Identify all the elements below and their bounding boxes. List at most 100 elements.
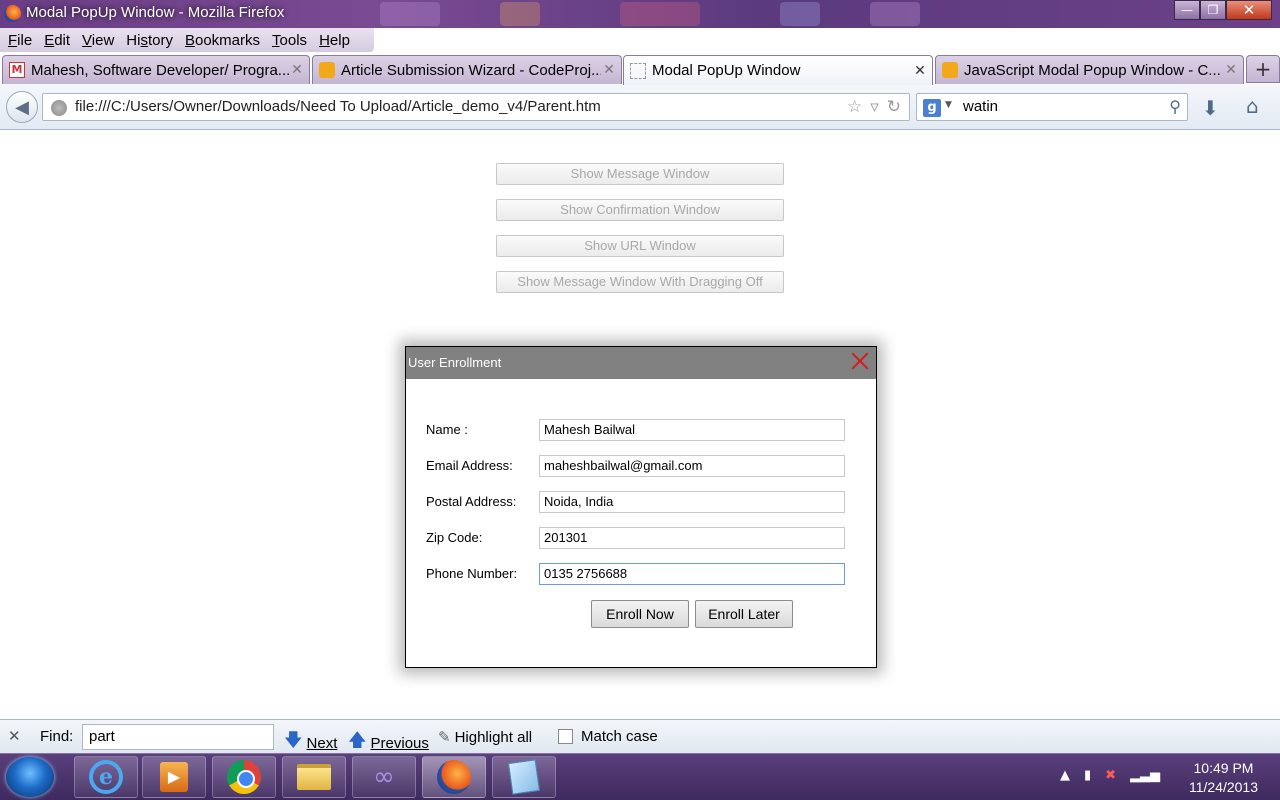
show-url-window-button[interactable]: Show URL Window xyxy=(496,235,784,257)
highlight-all-label: Highlight all xyxy=(454,728,533,746)
show-message-window-button[interactable]: Show Message Window xyxy=(496,163,784,185)
modal-header[interactable]: User Enrollment xyxy=(406,347,876,379)
globe-icon xyxy=(51,100,67,116)
zip-code-field[interactable]: 201301 xyxy=(539,527,845,549)
email-label: Email Address: xyxy=(426,458,513,473)
user-enrollment-modal: User Enrollment Name : Mahesh Bailwal Em… xyxy=(405,346,877,668)
tab-article-wizard[interactable]: Article Submission Wizard - CodeProj... … xyxy=(312,55,622,84)
window-titlebar[interactable]: Modal PopUp Window - Mozilla Firefox — ❐… xyxy=(0,0,1280,28)
menu-view[interactable]: View xyxy=(76,32,120,49)
media-player-icon: ▶ xyxy=(160,762,188,792)
back-button[interactable]: ◀ xyxy=(6,91,38,123)
postal-address-field[interactable]: Noida, India xyxy=(539,491,845,513)
clock-time: 10:49 PM xyxy=(1193,760,1254,776)
dropdown-arrow-icon[interactable]: ▿ xyxy=(870,97,879,117)
find-label: Find: xyxy=(40,728,74,745)
taskbar-visual-studio[interactable]: ∞ xyxy=(352,756,416,798)
match-case-checkbox[interactable] xyxy=(558,729,573,744)
enroll-later-button[interactable]: Enroll Later xyxy=(695,600,793,628)
restore-button[interactable]: ❐ xyxy=(1200,0,1226,20)
home-icon[interactable]: ⌂ xyxy=(1246,94,1259,118)
tab-gmail[interactable]: M Mahesh, Software Developer/ Progra... … xyxy=(2,55,310,84)
menu-bookmarks[interactable]: Bookmarks xyxy=(179,32,266,49)
phone-number-field[interactable]: 0135 2756688 xyxy=(539,563,845,585)
chrome-icon xyxy=(227,760,261,794)
search-engine-dropdown-icon[interactable]: ▼ xyxy=(945,100,952,110)
find-bar: ✕ Find: part 🡇 Next 🡅 Previous ✎ Highlig… xyxy=(0,719,1280,753)
show-confirmation-window-button[interactable]: Show Confirmation Window xyxy=(496,199,784,221)
url-text: file:///C:/Users/Owner/Downloads/Need To… xyxy=(75,98,601,115)
gmail-icon: M xyxy=(9,62,25,78)
navigation-bar: ◀ file:///C:/Users/Owner/Downloads/Need … xyxy=(0,84,1280,130)
internet-explorer-icon: e xyxy=(89,760,123,794)
postal-address-row: Postal Address: Noida, India xyxy=(426,491,856,513)
system-tray: ▲ ▮ ✖ ▂▃▅ xyxy=(1060,768,1160,783)
tab-close-icon[interactable]: ✕ xyxy=(912,63,928,79)
window-title: Modal PopUp Window - Mozilla Firefox xyxy=(26,4,285,21)
find-input[interactable]: part xyxy=(82,724,274,750)
url-bar[interactable]: file:///C:/Users/Owner/Downloads/Need To… xyxy=(42,93,910,121)
show-hidden-icons-icon[interactable]: ▲ xyxy=(1060,768,1070,783)
match-case-option[interactable]: Match case xyxy=(581,728,658,745)
tab-close-icon[interactable]: ✕ xyxy=(1223,62,1239,78)
codeproject-icon xyxy=(942,62,958,78)
menu-tools[interactable]: Tools xyxy=(266,32,313,49)
blank-page-icon xyxy=(630,62,646,79)
firefox-icon xyxy=(4,5,21,22)
google-icon[interactable]: g xyxy=(923,99,941,117)
tab-close-icon[interactable]: ✕ xyxy=(289,62,305,78)
menu-edit[interactable]: Edit xyxy=(38,32,76,49)
taskbar-notepad[interactable] xyxy=(492,756,556,798)
taskbar-chrome[interactable] xyxy=(212,756,276,798)
name-field[interactable]: Mahesh Bailwal xyxy=(539,419,845,441)
close-icon[interactable]: ✕ xyxy=(8,727,21,745)
taskbar-internet-explorer[interactable]: e xyxy=(74,756,138,798)
power-icon[interactable]: ▮ xyxy=(1084,768,1091,783)
folder-icon xyxy=(297,764,331,790)
phone-number-label: Phone Number: xyxy=(426,566,518,581)
network-disconnected-icon[interactable]: ✖ xyxy=(1105,768,1116,783)
name-label: Name : xyxy=(426,422,468,437)
close-window-button[interactable]: ✕ xyxy=(1226,0,1272,20)
highlight-all-button[interactable]: ✎ Highlight all xyxy=(438,728,533,747)
email-row: Email Address: maheshbailwal@gmail.com xyxy=(426,455,856,477)
tab-strip: M Mahesh, Software Developer/ Progra... … xyxy=(0,53,1280,85)
clock[interactable]: 10:49 PM 11/24/2013 xyxy=(1189,759,1258,797)
reload-icon[interactable]: ↻ xyxy=(887,97,901,117)
show-message-window-dragging-off-button[interactable]: Show Message Window With Dragging Off xyxy=(496,271,784,293)
signal-bars-icon[interactable]: ▂▃▅ xyxy=(1130,768,1160,783)
tab-close-icon[interactable]: ✕ xyxy=(601,62,617,78)
tab-js-modal[interactable]: JavaScript Modal Popup Window - C... ✕ xyxy=(935,55,1244,84)
enroll-now-button[interactable]: Enroll Now xyxy=(591,600,689,628)
tab-label: Modal PopUp Window xyxy=(652,62,801,79)
menu-history[interactable]: History xyxy=(120,32,179,49)
zip-code-label: Zip Code: xyxy=(426,530,483,545)
close-icon[interactable] xyxy=(850,351,870,371)
modal-title: User Enrollment xyxy=(408,355,502,370)
new-tab-button[interactable]: + xyxy=(1246,55,1280,83)
start-button[interactable] xyxy=(6,757,54,797)
find-next-label: Next xyxy=(306,734,338,752)
tab-label: Article Submission Wizard - CodeProj... xyxy=(341,61,601,79)
tab-modal-popup[interactable]: Modal PopUp Window ✕ xyxy=(623,55,933,85)
codeproject-icon xyxy=(319,62,335,78)
match-case-label: Match case xyxy=(581,728,658,745)
phone-number-row: Phone Number: 0135 2756688 xyxy=(426,563,856,585)
firefox-icon xyxy=(437,760,471,794)
tab-label: JavaScript Modal Popup Window - C... xyxy=(964,61,1221,79)
minimize-button[interactable]: — xyxy=(1174,0,1200,20)
taskbar-file-explorer[interactable] xyxy=(282,756,346,798)
name-row: Name : Mahesh Bailwal xyxy=(426,419,856,441)
search-bar[interactable]: g ▼ watin ⚲ xyxy=(916,93,1188,121)
search-icon[interactable]: ⚲ xyxy=(1169,97,1181,116)
page-content: Show Message Window Show Confirmation Wi… xyxy=(0,131,1280,719)
menu-help[interactable]: Help xyxy=(313,32,356,49)
bookmark-star-icon[interactable]: ☆ xyxy=(847,97,862,117)
back-arrow-icon: ◀ xyxy=(15,96,29,118)
taskbar-firefox[interactable] xyxy=(422,756,486,798)
search-input[interactable]: watin xyxy=(963,98,998,115)
email-field[interactable]: maheshbailwal@gmail.com xyxy=(539,455,845,477)
download-icon[interactable]: ⬇ xyxy=(1202,96,1219,120)
taskbar-media-player[interactable]: ▶ xyxy=(142,756,206,798)
menu-file[interactable]: File xyxy=(2,32,38,49)
